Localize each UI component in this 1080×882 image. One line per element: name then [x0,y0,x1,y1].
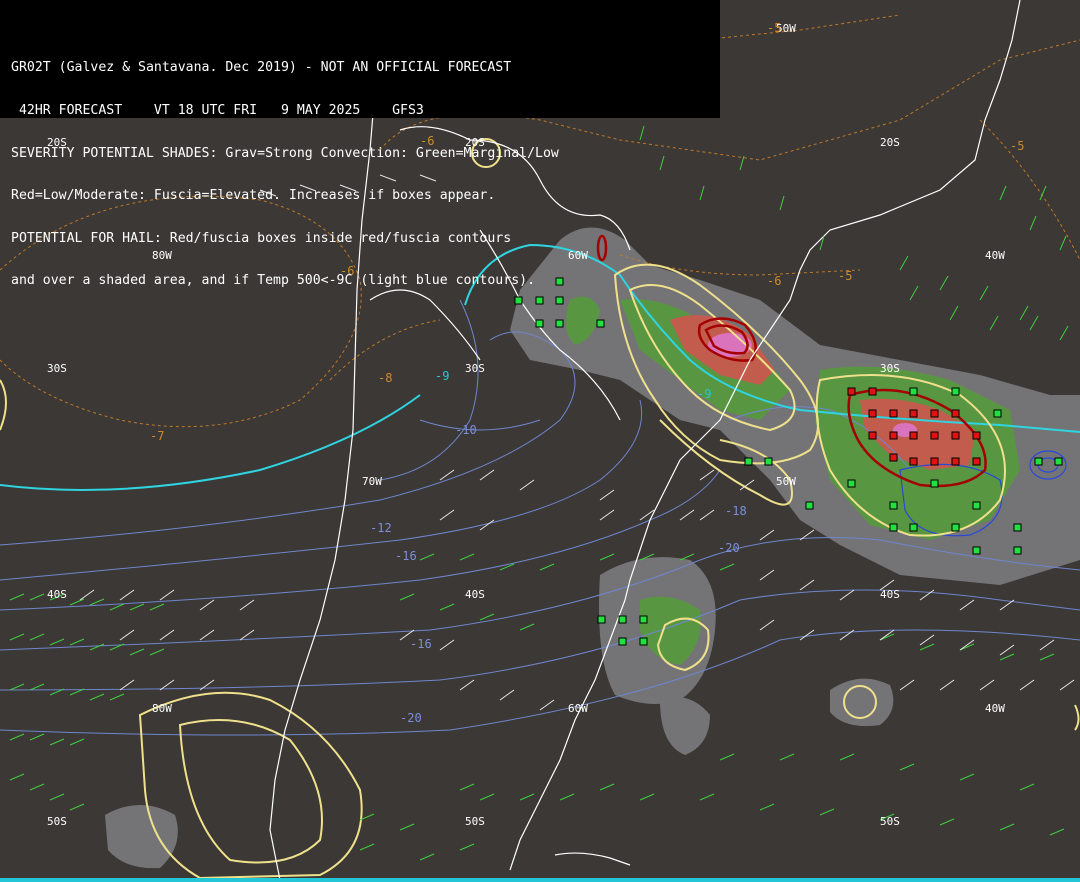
orange-label: -8 [378,371,392,385]
lat-label-50s-mid: 50S [465,815,485,828]
blue-label: -20 [400,711,422,725]
lat-label-30s-mid: 30S [465,362,485,375]
lon-label-40w-bottom: 40W [985,702,1005,715]
lat-label-30s-east: 30S [880,362,900,375]
lat-label-50s-east: 50S [880,815,900,828]
header-hail-condition-line: and over a shaded area, and if Temp 500<… [11,273,536,289]
lon-label-60w-bottom: 60W [568,702,588,715]
lon-label-40w-top: 40W [985,249,1005,262]
lat-label-40s-west: 40S [47,588,67,601]
orange-label: -5 [838,269,852,283]
header-title-line: GR02T (Galvez & Santavana. Dec 2019) - N… [11,60,512,76]
blue-label: -10 [455,423,477,437]
forecast-header: GR02T (Galvez & Santavana. Dec 2019) - N… [0,0,720,288]
lat-label-50s-west: 50S [47,815,67,828]
orange-label: -5 [767,21,781,35]
lat-label-40s-mid: 40S [465,588,485,601]
header-valid-time-line: 42HR FORECAST VT 18 UTC FRI 9 MAY 2025 G… [11,103,424,119]
cyan-label: -9 [435,369,449,383]
header-severity-line: SEVERITY POTENTIAL SHADES: Grav=Strong C… [11,145,559,161]
bottom-border-bar [0,878,1080,882]
orange-label: -7 [150,429,164,443]
orange-label: -5 [1010,139,1024,153]
header-hail-line: POTENTIAL FOR HAIL: Red/fuscia boxes ins… [11,230,512,246]
blue-label: -16 [410,637,432,651]
lat-label-40s-east: 40S [880,588,900,601]
blue-label: -16 [395,549,417,563]
cyan-label: -9 [697,387,711,401]
blue-label: -18 [725,504,747,518]
lon-label-80w-bottom: 80W [152,702,172,715]
lon-label-50w-mid: 50W [776,475,796,488]
lat-label-20s-east: 20S [880,136,900,149]
orange-label: -6 [767,274,781,288]
blue-label: -20 [718,541,740,555]
lat-label-30s-west: 30S [47,362,67,375]
blue-label: -12 [370,521,392,535]
lon-label-70w: 70W [362,475,382,488]
header-severity-legend-line: Red=Low/Moderate: Fuscia=Elevated. Incre… [11,188,496,204]
